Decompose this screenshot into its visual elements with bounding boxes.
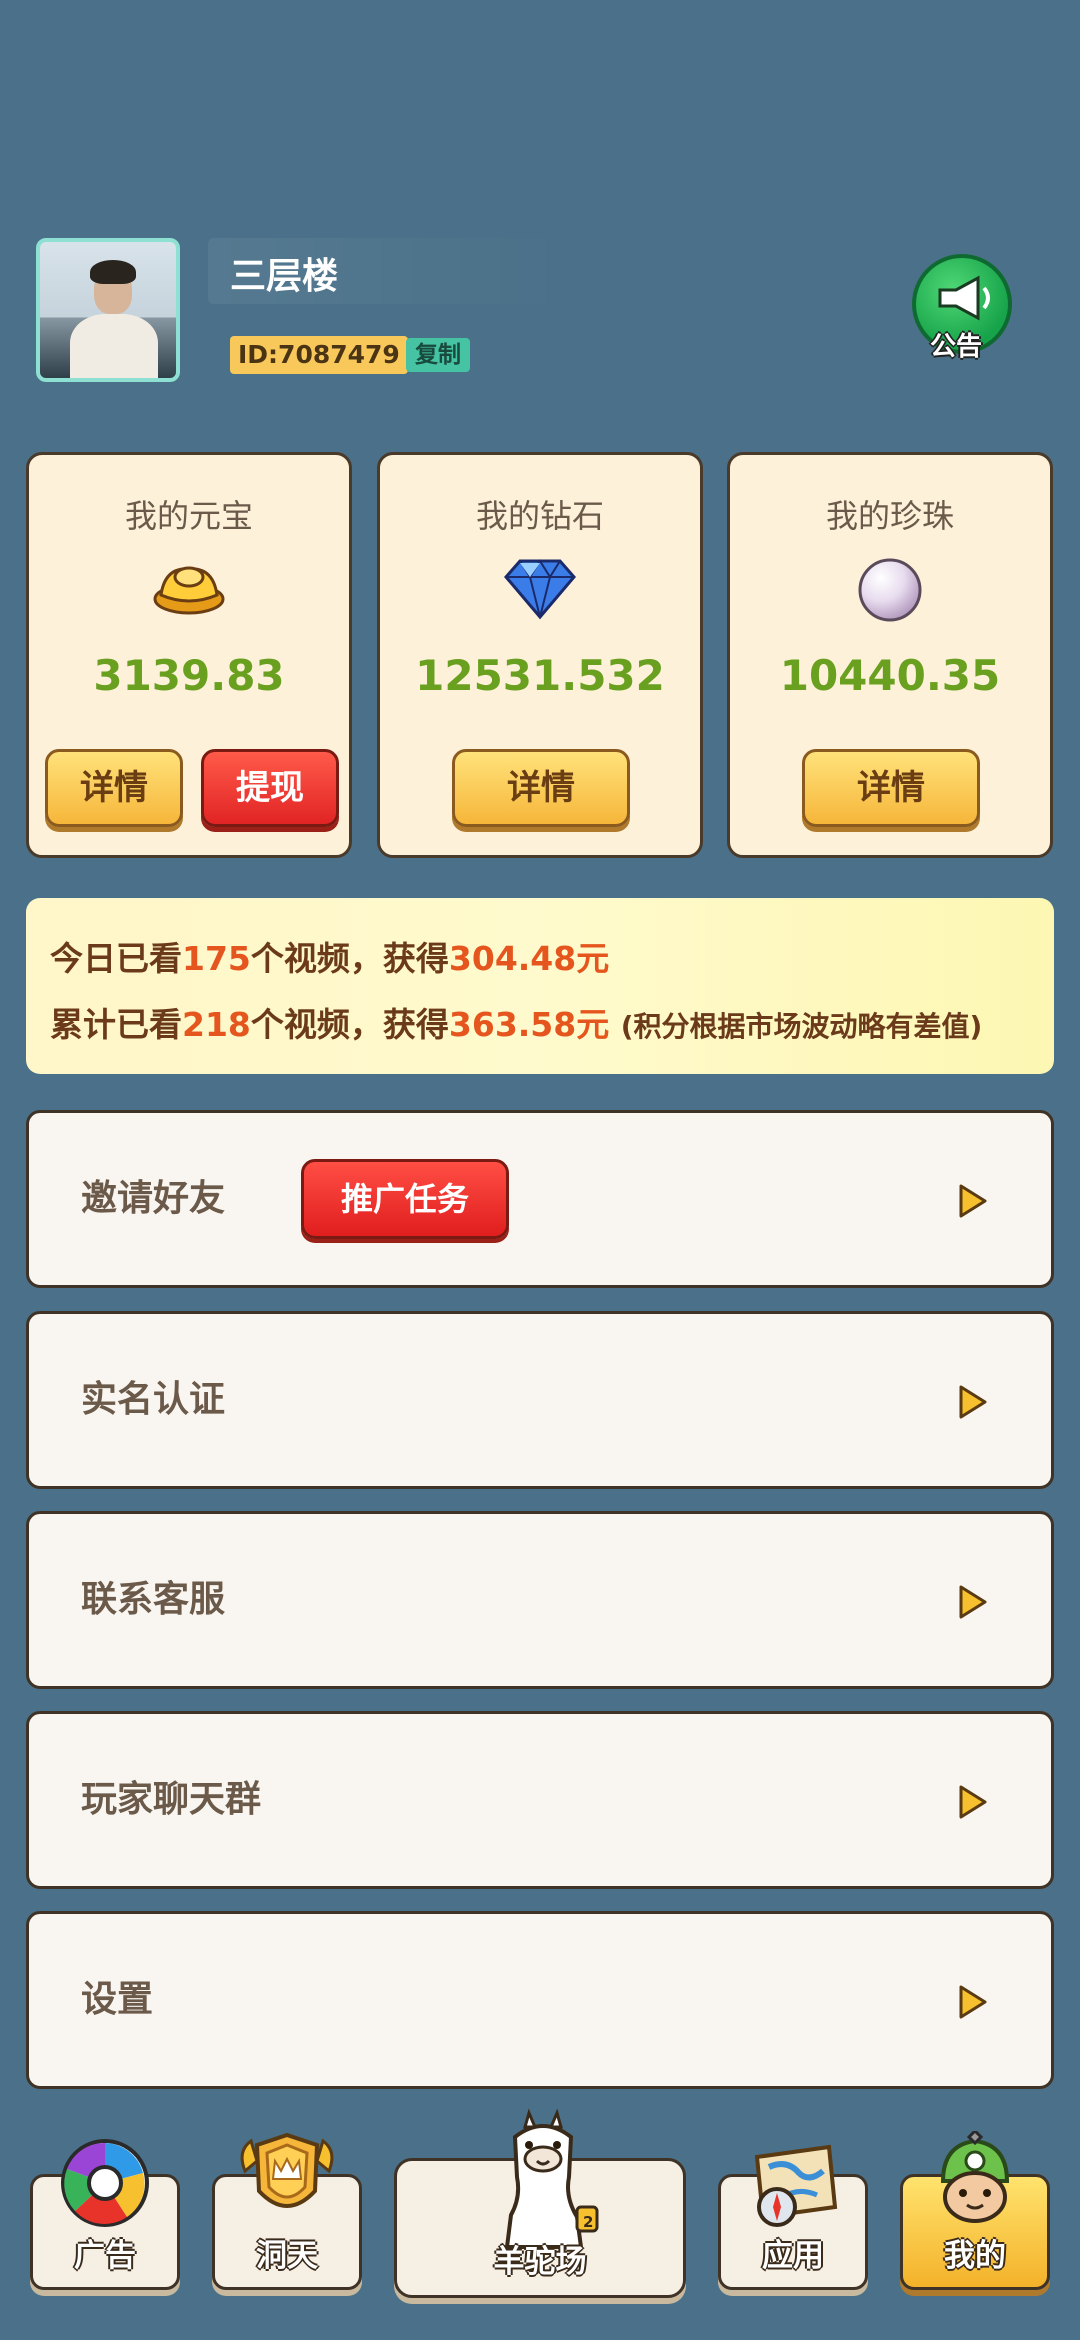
menu-row-settings[interactable]: 设置: [26, 1911, 1054, 2089]
pearl-detail-button[interactable]: 详情: [802, 749, 980, 827]
copy-id-button[interactable]: 复制: [406, 338, 470, 372]
diamond-icon: [504, 559, 576, 620]
menu-row-verify[interactable]: 实名认证: [26, 1311, 1054, 1489]
stats-note: (积分根据市场波动略有差值): [620, 1010, 983, 1043]
video-stats-banner: 今日已看175个视频，获得304.48元 累计已看218个视频，获得363.58…: [26, 898, 1054, 1074]
verify-label: 实名认证: [81, 1379, 226, 1420]
today-prefix: 今日已看: [50, 939, 182, 978]
settings-label: 设置: [81, 1979, 154, 2020]
pearl-card: 我的珍珠 10440.35 详情: [727, 452, 1053, 858]
menu-row-invite[interactable]: 邀请好友 推广任务: [26, 1110, 1054, 1288]
play-arrow-icon: [959, 1184, 987, 1218]
pearl-icon: [858, 558, 922, 622]
user-id-badge: ID:7087479: [230, 336, 408, 374]
helmet-character-icon: [940, 2131, 1010, 2223]
invite-label: 邀请好友: [81, 1178, 226, 1219]
pearl-card-title: 我的珍珠: [825, 497, 954, 535]
alpaca-badge-count: 2: [583, 2213, 594, 2231]
nav-apps-label: 应用: [762, 2238, 824, 2274]
menu-row-service[interactable]: 联系客服: [26, 1511, 1054, 1689]
nav-alpaca[interactable]: 2 羊驼场: [394, 2108, 686, 2298]
avatar-hair-shape: [90, 260, 136, 284]
pearl-value: 10440.35: [779, 651, 1001, 700]
today-count: 175: [182, 939, 251, 978]
play-arrow-icon: [959, 1385, 987, 1419]
alpaca-icon: [504, 2108, 599, 2249]
nav-apps[interactable]: 应用: [718, 2144, 868, 2290]
diamond-value: 12531.532: [415, 651, 665, 700]
nav-mine[interactable]: 我的: [900, 2131, 1050, 2290]
total-stats-line: 累计已看218个视频，获得363.58元 (积分根据市场波动略有差值): [50, 998, 982, 1046]
nav-cave-label: 洞天: [256, 2238, 318, 2274]
nav-cave[interactable]: 洞天: [212, 2132, 362, 2290]
map-compass-icon: [754, 2144, 838, 2227]
ingot-card: 我的元宝 3139.83 详情 提现: [26, 452, 352, 858]
megaphone-icon: [938, 275, 990, 321]
diamond-card-title: 我的钻石: [475, 497, 604, 535]
total-amount: 363.58元: [448, 1005, 610, 1044]
today-amount: 304.48元: [448, 939, 610, 978]
nav-alpaca-label: 羊驼场: [493, 2244, 587, 2280]
total-mid: 个视频，获得: [250, 1005, 449, 1044]
diamond-detail-button[interactable]: 详情: [452, 749, 630, 827]
promo-task-button[interactable]: 推广任务: [301, 1159, 509, 1239]
crown-shield-icon: [240, 2132, 334, 2208]
chat-label: 玩家聊天群: [81, 1779, 262, 1820]
ingot-detail-button[interactable]: 详情: [45, 749, 183, 827]
menu-row-chat[interactable]: 玩家聊天群: [26, 1711, 1054, 1889]
diamond-card: 我的钻石 12531.532 详情: [377, 452, 703, 858]
play-arrow-icon: [959, 1985, 987, 2019]
nav-mine-label: 我的: [944, 2238, 1006, 2274]
ingot-card-title: 我的元宝: [124, 497, 253, 535]
notice-label: 公告: [930, 332, 983, 362]
avatar[interactable]: [36, 238, 180, 382]
nav-ads[interactable]: 广告: [30, 2139, 180, 2290]
today-stats-line: 今日已看175个视频，获得304.48元: [50, 932, 609, 980]
ingot-value: 3139.83: [93, 651, 285, 700]
total-count: 218: [182, 1005, 251, 1044]
total-prefix: 累计已看: [50, 1005, 182, 1044]
avatar-body-shape: [70, 314, 158, 378]
play-arrow-icon: [959, 1785, 987, 1819]
gold-ingot-icon: [153, 566, 225, 615]
username: 三层楼: [230, 256, 339, 297]
service-label: 联系客服: [81, 1579, 226, 1620]
play-arrow-icon: [959, 1585, 987, 1619]
color-wheel-icon: [61, 2139, 149, 2227]
nav-ads-label: 广告: [74, 2238, 136, 2274]
today-mid: 个视频，获得: [250, 939, 449, 978]
withdraw-button[interactable]: 提现: [201, 749, 339, 827]
